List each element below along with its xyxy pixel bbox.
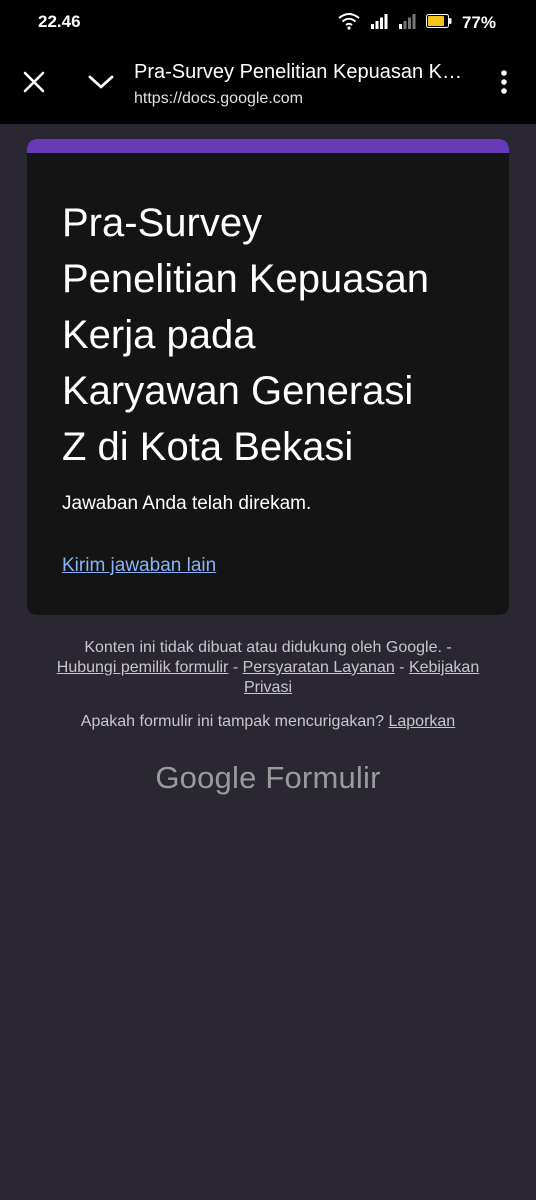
submit-another-response-link[interactable]: Kirim jawaban lain: [62, 555, 216, 577]
signal-icon: [370, 13, 388, 34]
wifi-icon: [338, 12, 360, 35]
report-line: Apakah formulir ini tampak mencurigakan?…: [40, 713, 496, 731]
confirmation-message: Jawaban Anda telah direkam.: [62, 493, 312, 514]
custom-tab-toolbar: Pra-Survey Penelitian Kepuasan Kerja pad…: [0, 46, 536, 124]
close-icon: [23, 71, 45, 98]
brand-google: Google: [155, 760, 257, 795]
form-title-line: Pra-Survey: [62, 201, 263, 245]
page-url: https://docs.google.com: [134, 90, 303, 107]
minimize-button[interactable]: [84, 68, 118, 100]
form-title-line: Z di Kota Bekasi: [62, 425, 354, 469]
close-button[interactable]: [18, 68, 50, 100]
status-bar: 22.46 77%: [0, 0, 536, 46]
form-title-line: Penelitian Kepuasan: [62, 257, 429, 301]
form-title-line: Karyawan Generasi: [62, 369, 414, 413]
page-title: Pra-Survey Penelitian Kepuasan Kerja pad…: [134, 61, 470, 83]
brand-forms: Formulir: [265, 760, 381, 795]
form-title-line: Kerja pada: [62, 313, 256, 357]
status-icons: 77%: [338, 10, 496, 36]
terms-link[interactable]: Persyaratan Layanan: [243, 659, 395, 676]
battery-percent: 77%: [461, 13, 496, 32]
form-title: Pra-Survey Penelitian Kepuasan Kerja pad…: [62, 195, 482, 475]
separator: -: [394, 659, 409, 676]
signal-weak-icon: [398, 13, 416, 34]
footer-disclaimer: Konten ini tidak dibuat atau didukung ol…: [40, 638, 496, 698]
contact-owner-link[interactable]: Hubungi pemilik formulir: [57, 659, 229, 676]
card-accent-bar: [27, 139, 509, 153]
response-card: Pra-Survey Penelitian Kepuasan Kerja pad…: [27, 139, 509, 615]
google-forms-logo[interactable]: Google Formulir: [0, 760, 536, 796]
chevron-down-icon: [88, 74, 114, 95]
more-options-button[interactable]: [492, 68, 516, 100]
suspicious-text: Apakah formulir ini tampak mencurigakan?: [80, 713, 389, 730]
separator: -: [228, 659, 243, 676]
battery-icon: [425, 13, 452, 33]
status-time: 22.46: [38, 12, 81, 31]
report-link[interactable]: Laporkan: [388, 713, 455, 730]
disclaimer-text: Konten ini tidak dibuat atau didukung ol…: [84, 639, 452, 656]
more-vert-icon: [500, 69, 508, 100]
